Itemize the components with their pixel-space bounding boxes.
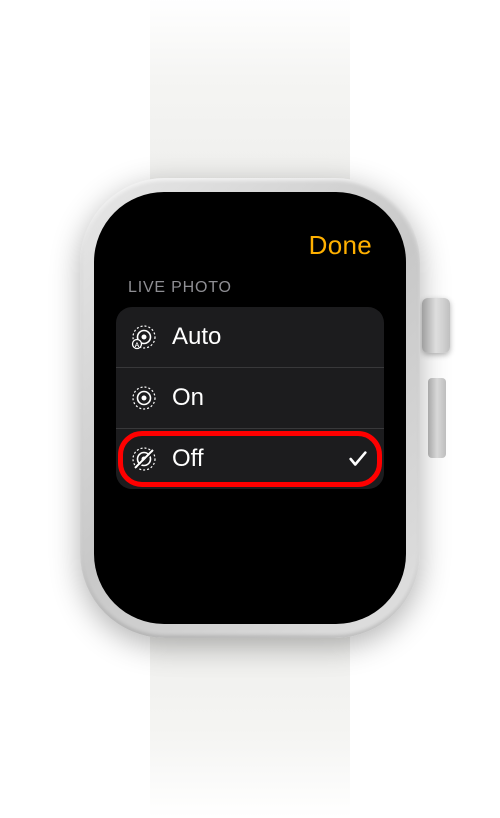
live-photo-options: A Auto O	[116, 307, 384, 489]
option-off-label: Off	[172, 445, 346, 473]
digital-crown[interactable]	[422, 298, 450, 353]
header: Done	[116, 222, 384, 279]
watch-band-top	[150, 0, 350, 198]
watch-screen: Done LIVE PHOTO	[94, 192, 406, 624]
svg-text:A: A	[135, 342, 140, 349]
live-photo-on-icon	[130, 384, 158, 412]
option-off[interactable]: Off	[116, 429, 384, 489]
done-button[interactable]: Done	[309, 230, 372, 261]
section-label: LIVE PHOTO	[116, 279, 384, 307]
option-auto[interactable]: A Auto	[116, 307, 384, 368]
watch-case: Done LIVE PHOTO	[80, 178, 420, 638]
live-photo-off-icon	[130, 445, 158, 473]
watch-band-bottom	[150, 618, 350, 818]
screen-content: Done LIVE PHOTO	[116, 222, 384, 594]
checkmark-icon	[346, 447, 370, 471]
option-auto-label: Auto	[172, 323, 370, 351]
live-photo-auto-icon: A	[130, 323, 158, 351]
side-button[interactable]	[428, 378, 446, 458]
watch-frame: Done LIVE PHOTO	[60, 158, 440, 658]
option-on[interactable]: On	[116, 368, 384, 429]
option-on-label: On	[172, 384, 370, 412]
